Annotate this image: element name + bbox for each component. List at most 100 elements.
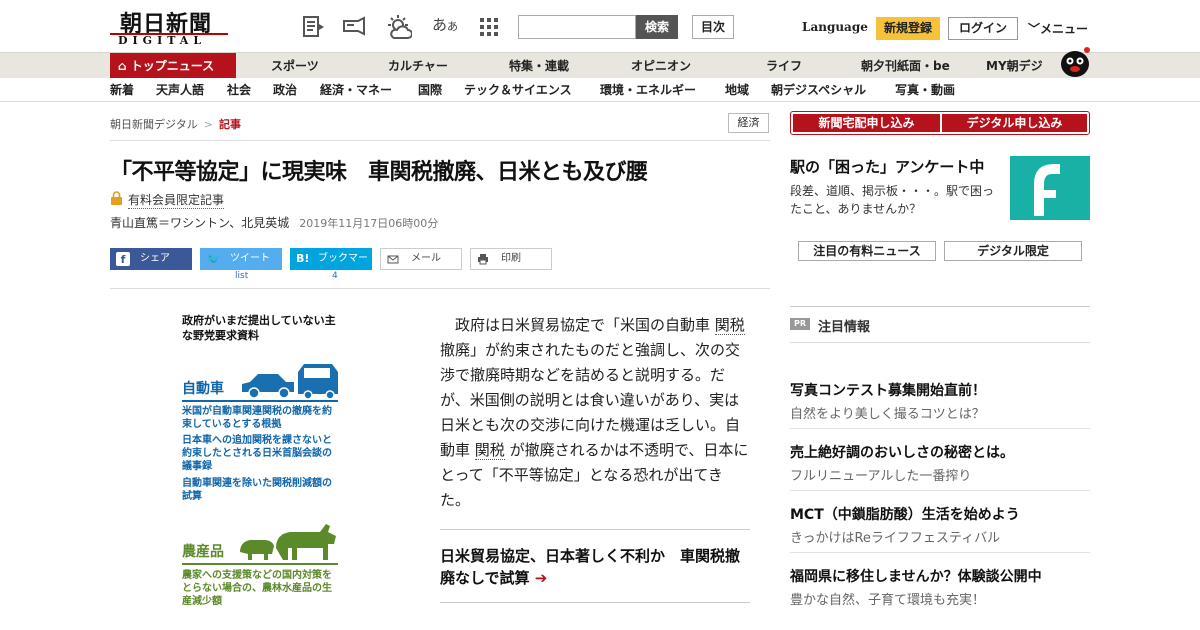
facebook-share-label: シェア xyxy=(140,253,170,264)
signup-button[interactable]: 新規登録 xyxy=(876,17,940,40)
printer-icon xyxy=(478,254,488,265)
primary-nav: ⌂ トップニュース スポーツ カルチャー 特集・連載 オピニオン ライフ 朝夕刊… xyxy=(0,52,1200,79)
nav2-international[interactable]: 国際 xyxy=(418,78,442,102)
nav2-politics[interactable]: 政治 xyxy=(273,78,297,102)
divider xyxy=(790,342,1090,343)
infographic-auto-item: 自動車関連を除いた関税削減額の試算 xyxy=(182,478,332,502)
language-link[interactable]: Language xyxy=(802,20,868,34)
pr-item-headline[interactable]: 写真コンテスト募集開始直前！ xyxy=(790,380,986,400)
nav-life[interactable]: ライフ xyxy=(766,53,802,79)
tab-premium-news[interactable]: 注目の有料ニュース xyxy=(798,241,936,261)
breadcrumb: 朝日新聞デジタル > 記事 xyxy=(110,116,241,132)
hatena-count[interactable]: 4 xyxy=(332,271,338,281)
menu-label: メニュー xyxy=(1040,22,1089,36)
facebook-share-button[interactable]: f シェア xyxy=(110,248,192,270)
nav-sports[interactable]: スポーツ xyxy=(271,53,319,79)
nav2-economy[interactable]: 経済・マネー xyxy=(320,78,392,102)
menu-button[interactable]: ﹀メニュー xyxy=(1028,20,1088,37)
nav-top-news[interactable]: ⌂ トップニュース xyxy=(110,53,236,79)
paper-icon[interactable] xyxy=(301,14,327,40)
infographic-title: 政府がいまだ提出していない主な野党要求資料 xyxy=(182,314,336,342)
nav-culture[interactable]: カルチャー xyxy=(388,53,448,79)
home-icon: ⌂ xyxy=(118,59,131,73)
nav2-region[interactable]: 地域 xyxy=(725,78,749,102)
asahi-digital-logo[interactable]: 朝日新聞 DIGITAL xyxy=(110,6,228,48)
nav2-special[interactable]: 朝デジスペシャル xyxy=(771,78,866,102)
print-button[interactable]: 印刷 xyxy=(470,248,552,270)
hatena-bookmark-button[interactable]: B! ブックマーク xyxy=(290,248,372,286)
search-input[interactable] xyxy=(518,15,636,39)
grid-menu-icon[interactable] xyxy=(476,14,502,40)
paid-member-label[interactable]: 有料会員限定記事 xyxy=(128,191,225,209)
breadcrumb-separator: > xyxy=(203,118,213,131)
pr-item-sub[interactable]: 豊かな自然、子育て環境も充実！ xyxy=(790,589,985,608)
mail-share-button[interactable]: メール xyxy=(380,248,462,270)
pr-item-headline[interactable]: MCT（中鎖脂肪酸）生活を始めよう xyxy=(790,504,1020,524)
infographic-auto-item: 米国が自動車関連関税の撤廃を約束しているとする根拠 xyxy=(182,406,332,430)
lock-icon xyxy=(111,191,122,205)
pr-item-sub[interactable]: 自然をより美しく撮るコツとは？ xyxy=(790,403,985,422)
pr-badge: PR xyxy=(790,318,810,330)
category-tag[interactable]: 経済 xyxy=(728,113,769,133)
nav2-society[interactable]: 社会 xyxy=(227,78,251,102)
nav-opinion[interactable]: オピニオン xyxy=(631,53,691,79)
divider xyxy=(790,306,1090,307)
breadcrumb-current: 記事 xyxy=(219,118,241,131)
nav-features[interactable]: 特集・連載 xyxy=(509,53,569,79)
print-label: 印刷 xyxy=(501,253,521,264)
font-size-icon[interactable]: ああ xyxy=(432,14,458,40)
nav2-environment[interactable]: 環境・エネルギー xyxy=(600,78,696,102)
pr-item-sub[interactable]: フルリニューアルした一番搾り xyxy=(790,465,971,484)
toc-button[interactable]: 目次 xyxy=(692,15,734,39)
divider xyxy=(440,602,750,603)
divider xyxy=(440,529,750,530)
infographic-rule xyxy=(182,400,338,402)
infographic-heading: 政府がいまだ提出していない主な野党要求資料 xyxy=(182,313,342,343)
ad-title[interactable]: 駅の「困った」アンケート中 xyxy=(790,156,984,177)
divider xyxy=(110,140,770,141)
mascot-icon xyxy=(1061,47,1090,77)
nav-my-asadigi[interactable]: MY朝デジ xyxy=(986,53,1043,79)
survey-ad-image[interactable] xyxy=(1010,156,1090,220)
keyword-link[interactable]: 関税 xyxy=(714,316,745,335)
nav2-tech[interactable]: テック＆サイエンス xyxy=(464,78,572,102)
related-article-link[interactable]: 日米貿易協定、日本著しく不利か 車関税撤廃なしで試算 ➔ xyxy=(440,545,752,589)
digital-subscribe-button[interactable]: デジタル申し込み xyxy=(942,114,1087,132)
login-button[interactable]: ログイン xyxy=(948,17,1018,40)
pr-item-headline[interactable]: 福岡県に移住しませんか？体験談公開中 xyxy=(790,566,1042,586)
mail-icon xyxy=(387,255,399,264)
camera-icon[interactable] xyxy=(341,14,367,40)
livestock-icon xyxy=(240,524,336,560)
hatena-icon: B! xyxy=(296,252,310,265)
weather-icon[interactable] xyxy=(386,14,412,40)
nav2-photo[interactable]: 写真・動画 xyxy=(895,78,955,102)
nav2-tensei[interactable]: 天声人語 xyxy=(156,78,204,102)
car-icon xyxy=(242,364,338,400)
divider xyxy=(790,490,1090,491)
search-button[interactable]: 検索 xyxy=(636,15,678,39)
infographic-section-autos: 自動車 xyxy=(182,381,224,397)
infographic-section-agri: 農産品 xyxy=(182,544,224,560)
tab-digital-only[interactable]: デジタル限定 xyxy=(944,241,1082,261)
publish-date: 2019年11月17日06時00分 xyxy=(299,217,439,230)
site-header: 朝日新聞 DIGITAL ああ 検索 目次 Language 新規登録 ログイン… xyxy=(0,0,1200,52)
nav-top-news-label: トップニュース xyxy=(130,59,215,73)
article-body: 政府は日米貿易協定で「米国の自動車 関税 撤廃」が約束されたものだと強調し、次の… xyxy=(440,313,752,513)
pr-item-sub[interactable]: きっかけはReライフフェスティバル xyxy=(790,527,1000,546)
home-delivery-button[interactable]: 新聞宅配申し込み xyxy=(793,114,940,132)
ad-text[interactable]: 段差、道順、掲示板・・・。駅で困ったこと、ありませんか？ xyxy=(790,182,1002,218)
facebook-icon: f xyxy=(116,252,130,266)
nav-newspaper[interactable]: 朝夕刊紙面・be xyxy=(861,53,950,79)
pr-item-headline[interactable]: 売上絶好調のおいしさの秘密とは。 xyxy=(790,442,1014,462)
hatena-label: ブックマーク xyxy=(318,253,368,286)
twitter-count[interactable]: list xyxy=(235,271,248,281)
chevron-down-icon: ﹀ xyxy=(1028,22,1041,36)
twitter-icon: 🐦 xyxy=(206,252,221,266)
keyword-link[interactable]: 関税 xyxy=(474,441,505,460)
body-text: 政府は日米貿易協定で「米国の自動車 xyxy=(455,316,715,334)
mail-label: メール xyxy=(411,253,441,264)
article-title: 「不平等協定」に現実味 車関税撤廃、日米とも及び腰 xyxy=(110,160,648,185)
twitter-share-button[interactable]: 🐦 ツイート xyxy=(200,248,282,270)
breadcrumb-home[interactable]: 朝日新聞デジタル xyxy=(110,118,198,131)
nav2-new[interactable]: 新着 xyxy=(110,78,134,102)
